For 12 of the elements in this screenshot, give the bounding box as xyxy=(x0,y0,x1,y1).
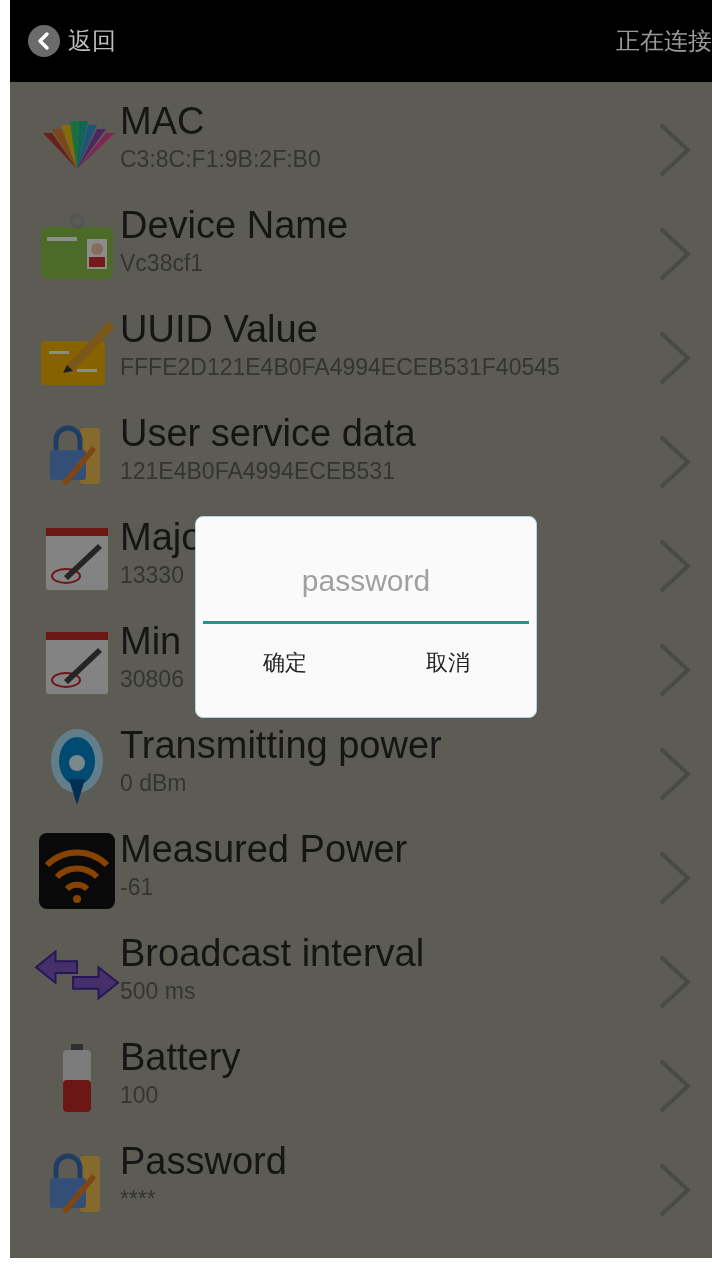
row-title: User service data xyxy=(120,411,416,456)
connection-status: 正在连接 xyxy=(616,26,712,57)
row-title: UUID Value xyxy=(120,307,318,352)
row-title: Broadcast interval xyxy=(120,931,425,976)
row-title: Measured Power xyxy=(120,827,408,872)
row-title: Transmitting power xyxy=(120,723,442,768)
row-title: Battery xyxy=(120,1035,241,1080)
row-title: Password xyxy=(120,1139,287,1184)
row-value: **** xyxy=(120,1185,156,1214)
row-title: Device Name xyxy=(120,203,349,248)
row-title: MAC xyxy=(120,99,205,144)
row-title: Min xyxy=(120,619,182,664)
